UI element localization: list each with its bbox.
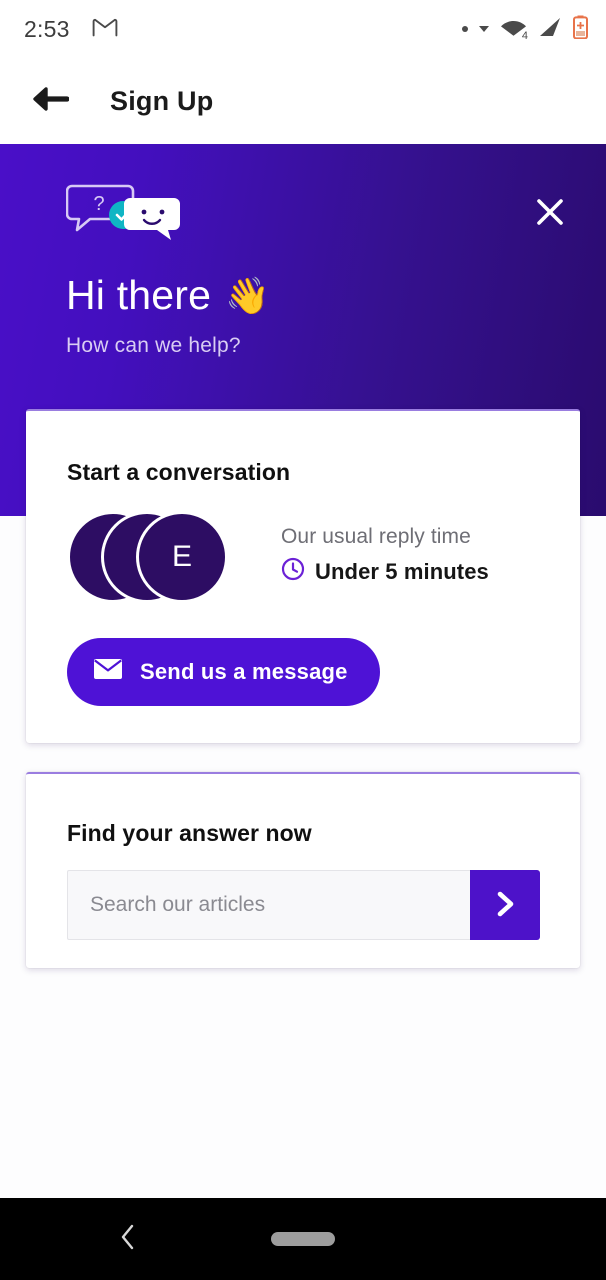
svg-text:?: ?: [93, 193, 104, 215]
search-card-title: Find your answer now: [67, 820, 312, 846]
system-nav-bar: [0, 1198, 606, 1280]
clock-icon: [281, 557, 305, 586]
nav-back-icon: [117, 1222, 139, 1257]
caret-down-icon: [479, 26, 489, 32]
wifi-icon: 4: [500, 17, 528, 42]
back-button[interactable]: [28, 79, 72, 123]
envelope-icon: [93, 658, 123, 686]
page-title: Sign Up: [110, 85, 214, 116]
close-button[interactable]: [528, 192, 572, 236]
reply-time-value: Under 5 minutes: [315, 558, 489, 584]
chat-bubbles-logo-icon: ?: [65, 182, 186, 244]
agent-avatars: E: [67, 511, 233, 603]
cell-signal-icon: [538, 17, 562, 42]
nav-back-button[interactable]: [110, 1221, 146, 1257]
search-input[interactable]: [67, 870, 470, 940]
battery-low-icon: [573, 15, 588, 44]
waving-hand-icon: 👋: [225, 274, 271, 316]
conversation-card-title: Start a conversation: [67, 459, 291, 485]
chevron-right-icon: [492, 889, 518, 922]
status-bar: 2:53 4: [0, 0, 606, 58]
close-icon: [535, 197, 565, 232]
reply-time-value-row: Under 5 minutes: [281, 557, 489, 586]
back-arrow-icon: [31, 84, 70, 119]
wifi-band-label: 4: [521, 29, 528, 42]
app-bar: Sign Up: [0, 58, 606, 144]
reply-time-label: Our usual reply time: [281, 525, 471, 548]
search-row: [67, 870, 540, 940]
status-bar-right: 4: [462, 15, 588, 44]
start-conversation-card: Start a conversation E Our usual reply t…: [26, 409, 580, 743]
hero-subtitle: How can we help?: [66, 334, 241, 357]
nav-home-pill-icon[interactable]: [271, 1232, 335, 1246]
send-message-label: Send us a message: [140, 659, 348, 684]
status-bar-left: 2:53: [24, 16, 118, 43]
reply-time-block: Our usual reply time Under 5 minutes: [281, 525, 489, 586]
dot-indicator-icon: [462, 26, 468, 32]
gmail-icon: [92, 17, 118, 42]
search-submit-button[interactable]: [470, 870, 540, 940]
find-answer-card: Find your answer now: [26, 772, 580, 968]
send-message-button[interactable]: Send us a message: [67, 638, 380, 706]
phone-screen: 2:53 4 Sign Up ? Hi there 👋 How can we h…: [0, 0, 606, 1280]
avatar: E: [136, 511, 228, 603]
hero-greeting: Hi there 👋: [66, 272, 270, 319]
status-bar-clock: 2:53: [24, 15, 70, 42]
hero-greeting-text: Hi there: [66, 272, 212, 318]
